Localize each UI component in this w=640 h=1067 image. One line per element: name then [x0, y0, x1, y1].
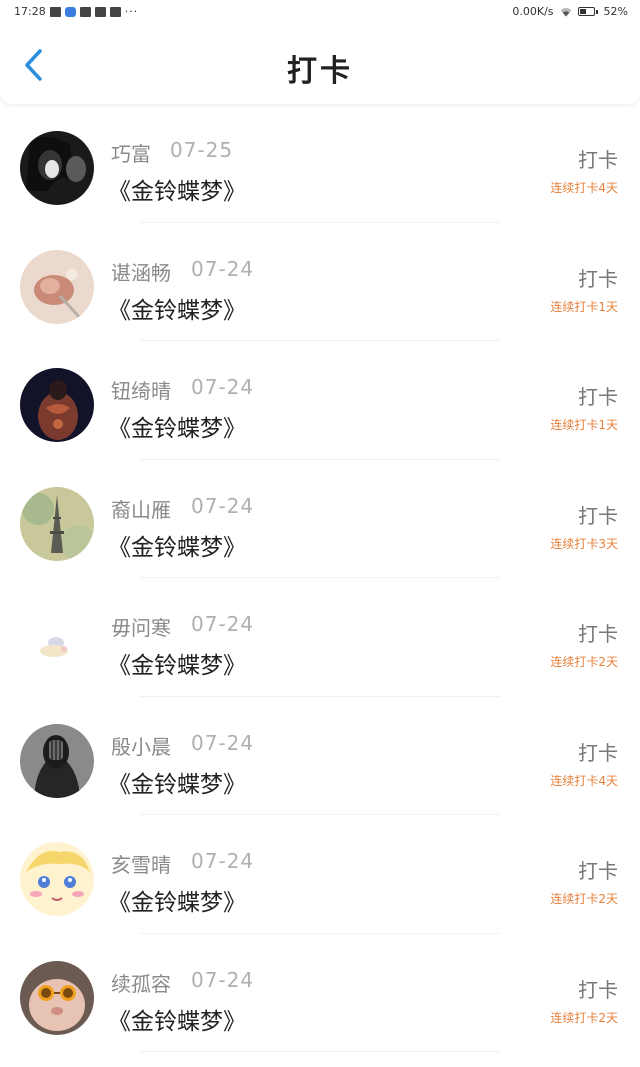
header-bar: 打卡: [0, 24, 640, 104]
checkin-date: 07-24: [191, 493, 255, 518]
user-name: 巧富: [111, 142, 151, 166]
list-item: 殷小晨 07-24 《金铃蝶梦》 打卡 连续打卡4天: [0, 697, 640, 815]
checkin-date: 07-24: [191, 256, 255, 281]
user-name: 毋问寒: [111, 616, 171, 640]
checkin-date: 07-24: [191, 849, 255, 873]
checkin-button[interactable]: 打卡: [578, 263, 618, 292]
status-left: 17:28 ···: [14, 5, 138, 18]
user-name: 裔山雁: [111, 497, 171, 522]
avatar[interactable]: [20, 249, 94, 324]
notification-icon: [49, 6, 61, 17]
book-title: 《金铃蝶梦》: [108, 890, 246, 916]
list-item: 续孤容 07-24 《金铃蝶梦》 打卡 连续打卡2天: [0, 934, 640, 1052]
streak-label: 连续打卡3天: [550, 536, 618, 551]
user-name: 钮绮晴: [111, 379, 171, 403]
user-name: 续孤容: [111, 971, 171, 996]
notification-icon: [109, 6, 121, 17]
streak-label: 连续打卡4天: [550, 773, 618, 788]
book-title: 《金铃蝶梦》: [108, 1008, 246, 1035]
checkin-button[interactable]: 打卡: [578, 974, 618, 1003]
book-title: 《金铃蝶梦》: [108, 653, 246, 679]
user-name: 谌涵畅: [111, 260, 171, 285]
list-item: 巧富 07-25 《金铃蝶梦》 打卡 连续打卡4天: [0, 104, 640, 223]
book-title: 《金铃蝶梦》: [108, 771, 246, 798]
status-right: 0.00K/s 52%: [512, 5, 628, 18]
more-notifications: ···: [124, 5, 139, 18]
battery-level: 52%: [603, 5, 628, 18]
list-item: 裔山雁 07-24 《金铃蝶梦》 打卡 连续打卡3天: [0, 460, 640, 578]
user-name: 殷小晨: [111, 734, 171, 759]
page-title: 打卡: [287, 54, 353, 89]
checkin-button[interactable]: 打卡: [578, 144, 618, 173]
book-title: 《金铃蝶梦》: [108, 297, 246, 324]
checkin-button[interactable]: 打卡: [578, 500, 618, 529]
streak-label: 连续打卡4天: [550, 181, 618, 195]
checkin-button[interactable]: 打卡: [578, 737, 618, 766]
list-item: 亥雪晴 07-24 《金铃蝶梦》 打卡 连续打卡2天: [0, 815, 640, 934]
wifi-icon: [560, 7, 572, 16]
checkin-list: 巧富 07-25 《金铃蝶梦》 打卡 连续打卡4天 谌涵畅 07-24 《金铃蝶…: [0, 104, 640, 1052]
network-speed: 0.00K/s: [512, 5, 554, 18]
checkin-date: 07-24: [191, 730, 255, 755]
avatar[interactable]: [20, 842, 94, 916]
book-title: 《金铃蝶梦》: [108, 534, 246, 561]
checkin-date: 07-25: [170, 138, 234, 162]
checkin-date: 07-24: [191, 375, 255, 399]
streak-label: 连续打卡2天: [550, 892, 618, 906]
book-title: 《金铃蝶梦》: [108, 179, 246, 205]
list-item: 谌涵畅 07-24 《金铃蝶梦》 打卡 连续打卡1天: [0, 223, 640, 341]
battery-icon: [577, 7, 598, 16]
status-bar: 17:28 ··· 0.00K/s 52%: [0, 0, 640, 24]
checkin-date: 07-24: [191, 612, 255, 636]
list-item: 毋问寒 07-24 《金铃蝶梦》 打卡 连续打卡2天: [0, 578, 640, 697]
list-item: 钮绮晴 07-24 《金铃蝶梦》 打卡 连续打卡1天: [0, 341, 640, 460]
streak-label: 连续打卡1天: [550, 299, 618, 314]
avatar[interactable]: [20, 368, 94, 442]
avatar[interactable]: [20, 960, 94, 1035]
checkin-button[interactable]: 打卡: [578, 381, 618, 410]
avatar[interactable]: [20, 486, 94, 561]
book-title: 《金铃蝶梦》: [108, 416, 246, 442]
checkin-button[interactable]: 打卡: [578, 855, 618, 884]
streak-label: 连续打卡2天: [550, 655, 618, 669]
user-name: 亥雪晴: [111, 853, 171, 877]
avatar[interactable]: [20, 723, 94, 798]
status-time: 17:28: [14, 5, 46, 18]
streak-label: 连续打卡2天: [550, 1010, 618, 1025]
avatar[interactable]: [20, 605, 94, 679]
notification-icon: [79, 6, 91, 17]
notification-icon: [94, 6, 106, 17]
checkin-button[interactable]: 打卡: [578, 618, 618, 647]
streak-label: 连续打卡1天: [550, 418, 618, 432]
app-notification-icon: [64, 6, 76, 17]
checkin-date: 07-24: [191, 967, 255, 992]
divider: [140, 1051, 500, 1052]
avatar[interactable]: [20, 131, 94, 205]
